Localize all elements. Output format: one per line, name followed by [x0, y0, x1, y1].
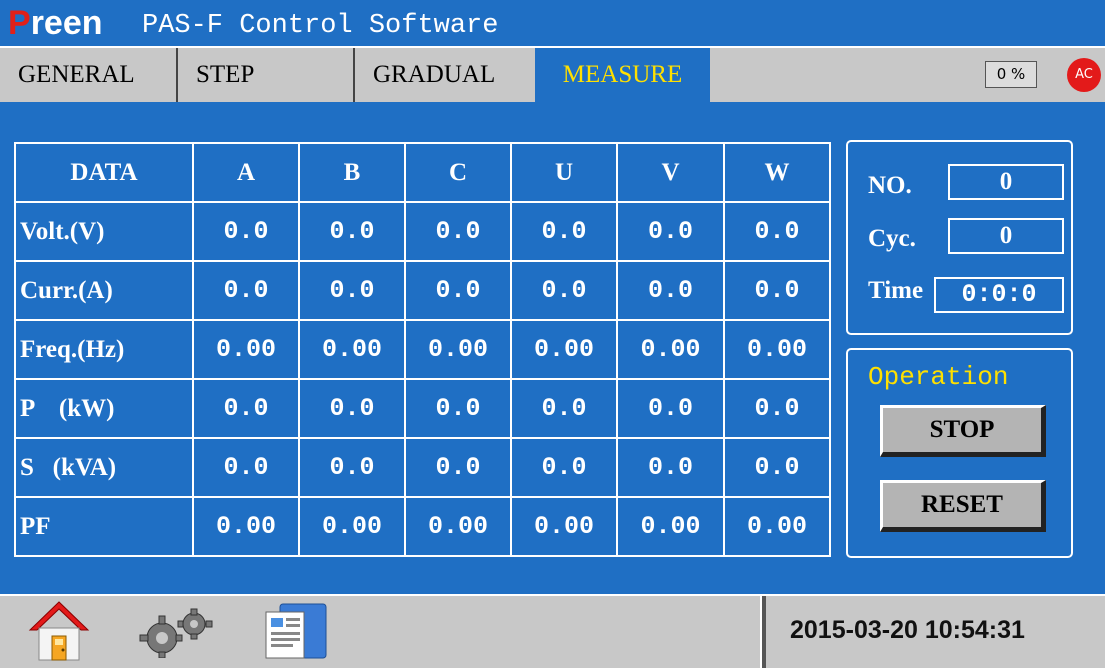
column-header: V [616, 142, 725, 203]
table-cell: 0.0 [510, 437, 618, 498]
table-cell: 0.00 [192, 319, 300, 380]
table-cell: 0.0 [510, 260, 618, 321]
row-label: Curr.(A) [14, 260, 194, 321]
table-cell: 0.00 [298, 496, 406, 557]
column-header: B [298, 142, 406, 203]
column-header: A [192, 142, 300, 203]
cycle-label: Cyc. [868, 225, 916, 252]
table-cell: 0.00 [404, 496, 512, 557]
table-cell: 0.00 [404, 319, 512, 380]
home-icon[interactable] [28, 598, 90, 668]
column-header: U [510, 142, 618, 203]
table-cell: 0.0 [510, 201, 618, 262]
table-row-power-factor: PF 0.00 0.00 0.00 0.00 0.00 0.00 [14, 496, 831, 557]
brand-prefix: P [8, 4, 31, 42]
table-cell: 0.0 [723, 201, 831, 262]
table-cell: 0.00 [192, 496, 300, 557]
table-cell: 0.0 [616, 201, 725, 262]
table-cell: 0.0 [192, 378, 300, 439]
tab-general[interactable]: GENERAL [0, 48, 178, 102]
row-label: PF [14, 496, 194, 557]
table-cell: 0.0 [616, 378, 725, 439]
table-cell: 0.0 [723, 260, 831, 321]
stop-button[interactable]: STOP [880, 405, 1046, 457]
table-header-row: DATA A B C U V W [14, 142, 831, 203]
row-label: Volt.(V) [14, 201, 194, 262]
time-label: Time [868, 277, 924, 304]
brand-logo: Preen [8, 3, 103, 43]
table-cell: 0.0 [192, 437, 300, 498]
table-cell: 0.0 [298, 378, 406, 439]
operation-title: Operation [868, 362, 1009, 392]
table-cell: 0.0 [404, 437, 512, 498]
table-row-current: Curr.(A) 0.0 0.0 0.0 0.0 0.0 0.0 [14, 260, 831, 321]
table-cell: 0.00 [723, 496, 831, 557]
table-cell: 0.00 [723, 319, 831, 380]
tab-bar: GENERAL STEP GRADUAL MEASURE 0 % AC [0, 46, 1105, 102]
table-cell: 0.0 [192, 260, 300, 321]
row-label: Freq.(Hz) [14, 319, 194, 380]
status-panel: NO. 0 Cyc. 0 Time 0:0:0 [846, 140, 1073, 335]
row-label: P (kW) [14, 378, 194, 439]
table-row-power: P (kW) 0.0 0.0 0.0 0.0 0.0 0.0 [14, 378, 831, 439]
datetime-display: 2015-03-20 10:54:31 [790, 616, 1025, 644]
documents-icon[interactable] [262, 602, 332, 667]
operation-panel: Operation STOP RESET [846, 348, 1073, 558]
time-value: 0:0:0 [934, 277, 1064, 313]
table-cell: 0.0 [616, 437, 725, 498]
app-title: PAS-F Control Software [142, 11, 499, 41]
settings-gears-icon[interactable] [132, 608, 228, 663]
table-row-voltage: Volt.(V) 0.0 0.0 0.0 0.0 0.0 0.0 [14, 201, 831, 262]
column-header: DATA [14, 142, 194, 203]
table-cell: 0.0 [723, 437, 831, 498]
table-cell: 0.0 [404, 378, 512, 439]
table-cell: 0.00 [298, 319, 406, 380]
table-cell: 0.00 [616, 496, 725, 557]
tab-measure[interactable]: MEASURE [535, 48, 710, 102]
brand-rest: reen [30, 4, 103, 42]
bottom-bar-divider [760, 596, 766, 668]
percent-indicator: 0 % [985, 61, 1037, 88]
table-cell: 0.00 [510, 496, 618, 557]
bottom-bar: 2015-03-20 10:54:31 [0, 594, 1105, 668]
ac-status-badge: AC [1067, 58, 1101, 92]
title-bar: Preen PAS-F Control Software [0, 0, 1105, 46]
table-cell: 0.0 [404, 201, 512, 262]
table-cell: 0.0 [510, 378, 618, 439]
table-cell: 0.0 [616, 260, 725, 321]
table-cell: 0.0 [298, 201, 406, 262]
table-cell: 0.0 [404, 260, 512, 321]
cycle-value: 0 [948, 218, 1064, 254]
measurement-table: DATA A B C U V W Volt.(V) 0.0 0.0 0.0 0.… [14, 142, 831, 557]
table-cell: 0.00 [616, 319, 725, 380]
reset-button[interactable]: RESET [880, 480, 1046, 532]
tab-step[interactable]: STEP [178, 48, 355, 102]
column-header: C [404, 142, 512, 203]
column-header: W [723, 142, 831, 203]
table-cell: 0.0 [723, 378, 831, 439]
table-row-frequency: Freq.(Hz) 0.00 0.00 0.00 0.00 0.00 0.00 [14, 319, 831, 380]
table-cell: 0.00 [510, 319, 618, 380]
step-number-value: 0 [948, 164, 1064, 200]
row-label: S (kVA) [14, 437, 194, 498]
table-row-apparent-power: S (kVA) 0.0 0.0 0.0 0.0 0.0 0.0 [14, 437, 831, 498]
app-window: Preen PAS-F Control Software GENERAL STE… [0, 0, 1105, 668]
tab-gradual[interactable]: GRADUAL [355, 48, 535, 102]
table-cell: 0.0 [298, 437, 406, 498]
table-cell: 0.0 [192, 201, 300, 262]
step-number-label: NO. [868, 172, 912, 199]
table-cell: 0.0 [298, 260, 406, 321]
